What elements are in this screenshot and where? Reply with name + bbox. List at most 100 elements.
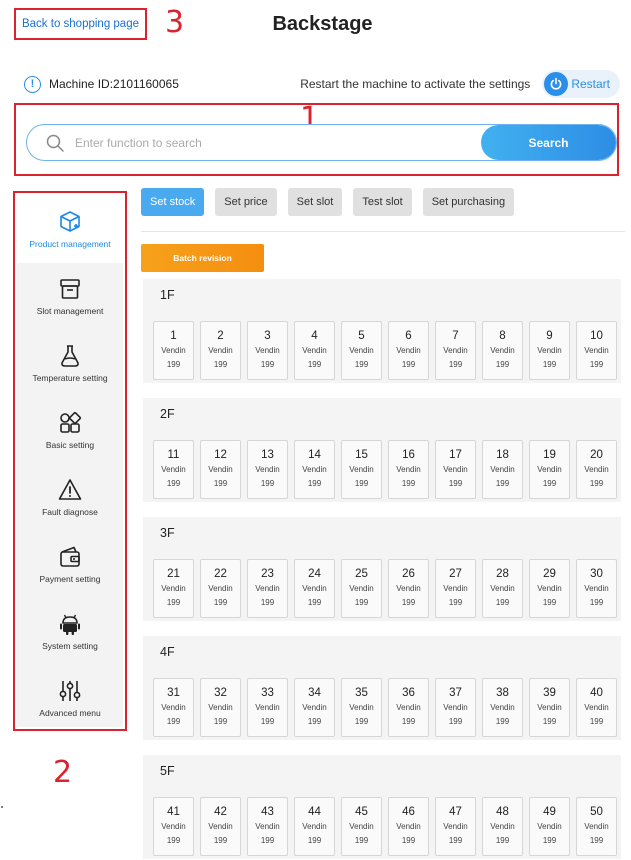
slot-status: Vendin (443, 584, 468, 593)
slot-number: 42 (214, 806, 227, 818)
slot-card[interactable]: 14 Vendin 199 (294, 440, 335, 499)
slot-card[interactable]: 49 Vendin 199 (529, 797, 570, 856)
slot-card[interactable]: 19 Vendin 199 (529, 440, 570, 499)
tab-set-price[interactable]: Set price (215, 188, 277, 216)
slot-card[interactable]: 43 Vendin 199 (247, 797, 288, 856)
sidebar-item-payment-setting[interactable]: Payment setting (17, 530, 123, 598)
search-input[interactable] (75, 135, 481, 150)
slot-stock: 199 (307, 479, 322, 488)
slot-status: Vendin (490, 822, 515, 831)
slot-number: 49 (543, 806, 556, 818)
sidebar-item-advanced-menu[interactable]: Advanced menu (17, 664, 123, 732)
sidebar-item-temperature-setting[interactable]: Temperature setting (17, 329, 123, 397)
slot-card[interactable]: 22 Vendin 199 (200, 559, 241, 618)
slot-number: 13 (261, 449, 274, 461)
slot-card[interactable]: 6 Vendin 199 (388, 321, 429, 380)
slot-card[interactable]: 16 Vendin 199 (388, 440, 429, 499)
slot-card[interactable]: 36 Vendin 199 (388, 678, 429, 737)
slot-card[interactable]: 41 Vendin 199 (153, 797, 194, 856)
restart-button[interactable]: Restart (542, 70, 620, 98)
slot-card[interactable]: 8 Vendin 199 (482, 321, 523, 380)
slot-card[interactable]: 2 Vendin 199 (200, 321, 241, 380)
slot-card[interactable]: 37 Vendin 199 (435, 678, 476, 737)
batch-revision-button[interactable]: Batch revision (141, 244, 264, 272)
slot-card[interactable]: 9 Vendin 199 (529, 321, 570, 380)
slot-status: Vendin (443, 465, 468, 474)
slot-number: 31 (167, 687, 180, 699)
slot-card[interactable]: 18 Vendin 199 (482, 440, 523, 499)
slot-card[interactable]: 17 Vendin 199 (435, 440, 476, 499)
slot-card[interactable]: 39 Vendin 199 (529, 678, 570, 737)
slot-number: 19 (543, 449, 556, 461)
slot-card[interactable]: 7 Vendin 199 (435, 321, 476, 380)
slot-status: Vendin (161, 822, 186, 831)
slot-status: Vendin (302, 465, 327, 474)
floor-label: 4F (160, 645, 175, 659)
slot-card[interactable]: 21 Vendin 199 (153, 559, 194, 618)
tab-set-purchasing[interactable]: Set purchasing (422, 188, 515, 216)
search-button[interactable]: Search (481, 125, 616, 160)
slot-card[interactable]: 50 Vendin 199 (576, 797, 617, 856)
slot-stock: 199 (401, 836, 416, 845)
slot-card[interactable]: 20 Vendin 199 (576, 440, 617, 499)
slot-card[interactable]: 1 Vendin 199 (153, 321, 194, 380)
slot-card[interactable]: 10 Vendin 199 (576, 321, 617, 380)
slot-number: 39 (543, 687, 556, 699)
slot-number: 44 (308, 806, 321, 818)
slot-card[interactable]: 23 Vendin 199 (247, 559, 288, 618)
search-icon (35, 125, 75, 160)
slot-card[interactable]: 34 Vendin 199 (294, 678, 335, 737)
slot-card[interactable]: 45 Vendin 199 (341, 797, 382, 856)
slot-stock: 199 (354, 836, 369, 845)
slot-stock: 199 (448, 598, 463, 607)
page-title: Backstage (272, 13, 373, 35)
tab-set-stock[interactable]: Set stock (141, 188, 205, 216)
slot-card[interactable]: 30 Vendin 199 (576, 559, 617, 618)
sidebar-item-system-setting[interactable]: System setting (17, 597, 123, 665)
slot-card[interactable]: 47 Vendin 199 (435, 797, 476, 856)
tab-test-slot[interactable]: Test slot (353, 188, 412, 216)
slot-stock: 199 (542, 717, 557, 726)
slot-card[interactable]: 3 Vendin 199 (247, 321, 288, 380)
slot-card[interactable]: 33 Vendin 199 (247, 678, 288, 737)
slot-card[interactable]: 13 Vendin 199 (247, 440, 288, 499)
slot-card[interactable]: 40 Vendin 199 (576, 678, 617, 737)
sidebar-item-fault-diagnose[interactable]: Fault diagnose (17, 463, 123, 531)
slot-card[interactable]: 48 Vendin 199 (482, 797, 523, 856)
slot-number: 15 (355, 449, 368, 461)
slot-status: Vendin (584, 346, 609, 355)
slot-card[interactable]: 5 Vendin 199 (341, 321, 382, 380)
slot-card[interactable]: 46 Vendin 199 (388, 797, 429, 856)
floor-section: 1F 1 Vendin 199 2 Vendin 199 3 Vendin 199 4 Vendin 1… (143, 279, 621, 383)
slot-number: 9 (546, 330, 553, 342)
slot-stock: 199 (213, 479, 228, 488)
slot-status: Vendin (396, 465, 421, 474)
slot-number: 29 (543, 568, 556, 580)
slot-card[interactable]: 4 Vendin 199 (294, 321, 335, 380)
sidebar-item-slot-management[interactable]: Slot management (17, 262, 123, 330)
sidebar-item-basic-setting[interactable]: Basic setting (17, 396, 123, 464)
slot-number: 4 (311, 330, 318, 342)
floor-label: 1F (160, 288, 175, 302)
slot-card[interactable]: 42 Vendin 199 (200, 797, 241, 856)
slot-status: Vendin (490, 465, 515, 474)
sidebar-item-product-management[interactable]: Product management (17, 195, 123, 263)
slot-card[interactable]: 15 Vendin 199 (341, 440, 382, 499)
slot-card[interactable]: 26 Vendin 199 (388, 559, 429, 618)
slot-card[interactable]: 29 Vendin 199 (529, 559, 570, 618)
slot-card[interactable]: 32 Vendin 199 (200, 678, 241, 737)
tab-set-slot[interactable]: Set slot (287, 188, 343, 216)
slot-card[interactable]: 28 Vendin 199 (482, 559, 523, 618)
slot-card[interactable]: 24 Vendin 199 (294, 559, 335, 618)
slot-status: Vendin (396, 822, 421, 831)
slot-stock: 199 (213, 598, 228, 607)
slot-card[interactable]: 44 Vendin 199 (294, 797, 335, 856)
slot-card[interactable]: 35 Vendin 199 (341, 678, 382, 737)
sidebar-item-label: System setting (42, 641, 98, 651)
slot-card[interactable]: 38 Vendin 199 (482, 678, 523, 737)
slot-card[interactable]: 12 Vendin 199 (200, 440, 241, 499)
slot-card[interactable]: 27 Vendin 199 (435, 559, 476, 618)
slot-card[interactable]: 31 Vendin 199 (153, 678, 194, 737)
slot-card[interactable]: 11 Vendin 199 (153, 440, 194, 499)
slot-card[interactable]: 25 Vendin 199 (341, 559, 382, 618)
